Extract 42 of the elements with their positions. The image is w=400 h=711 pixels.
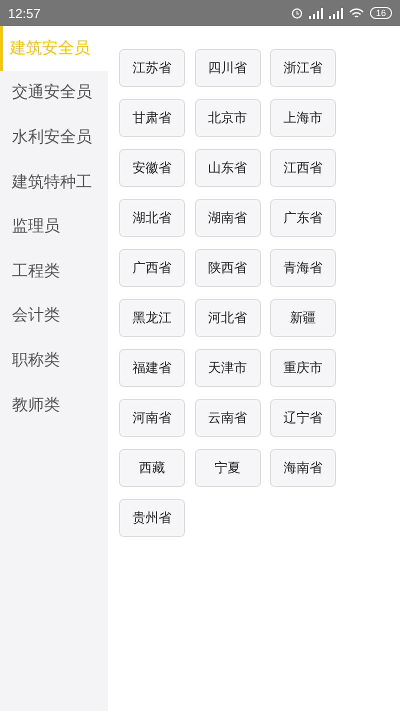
region-button[interactable]: 辽宁省: [270, 399, 336, 437]
region-button[interactable]: 安徽省: [119, 149, 185, 187]
region-button[interactable]: 河北省: [194, 299, 260, 337]
region-button[interactable]: 甘肃省: [119, 99, 185, 137]
region-button[interactable]: 贵州省: [119, 499, 185, 537]
battery-level: 16: [370, 7, 392, 19]
region-button[interactable]: 西藏: [119, 449, 185, 487]
signal-icon: [328, 8, 343, 18]
region-button[interactable]: 青海省: [270, 249, 336, 287]
region-button[interactable]: 天津市: [194, 349, 260, 387]
alarm-icon: [290, 7, 303, 19]
region-button[interactable]: 云南省: [194, 399, 260, 437]
region-button[interactable]: 新疆: [270, 299, 336, 337]
region-button[interactable]: 河南省: [119, 399, 185, 437]
region-button[interactable]: 广西省: [119, 249, 185, 287]
category-item[interactable]: 教师类: [0, 382, 108, 428]
region-button[interactable]: 湖南省: [194, 199, 260, 237]
region-button[interactable]: 重庆市: [270, 349, 336, 387]
signal-icon: [308, 8, 323, 18]
region-button[interactable]: 山东省: [194, 149, 260, 187]
category-item[interactable]: 水利安全员: [0, 115, 108, 160]
category-item[interactable]: 会计类: [0, 294, 108, 338]
category-item[interactable]: 监理员: [0, 204, 108, 249]
region-button[interactable]: 海南省: [270, 449, 336, 487]
region-button[interactable]: 宁夏: [194, 449, 260, 487]
region-button[interactable]: 浙江省: [270, 49, 336, 87]
category-item[interactable]: 工程类: [0, 248, 108, 294]
wifi-icon: [348, 8, 364, 18]
category-item[interactable]: 建筑特种工: [0, 160, 108, 204]
region-button[interactable]: 福建省: [119, 349, 185, 387]
category-item[interactable]: 交通安全员: [0, 70, 108, 116]
region-button[interactable]: 湖北省: [119, 199, 185, 237]
category-item[interactable]: 职称类: [0, 338, 108, 383]
region-button[interactable]: 广东省: [270, 199, 336, 237]
region-button[interactable]: 黑龙江: [119, 299, 185, 337]
region-button[interactable]: 上海市: [270, 99, 336, 137]
region-button[interactable]: 四川省: [194, 49, 260, 87]
status-time: 12:57: [8, 6, 41, 20]
region-button[interactable]: 北京市: [194, 99, 260, 137]
region-button[interactable]: 陕西省: [194, 249, 260, 287]
region-button[interactable]: 江苏省: [119, 49, 185, 87]
region-button[interactable]: 江西省: [270, 149, 336, 187]
